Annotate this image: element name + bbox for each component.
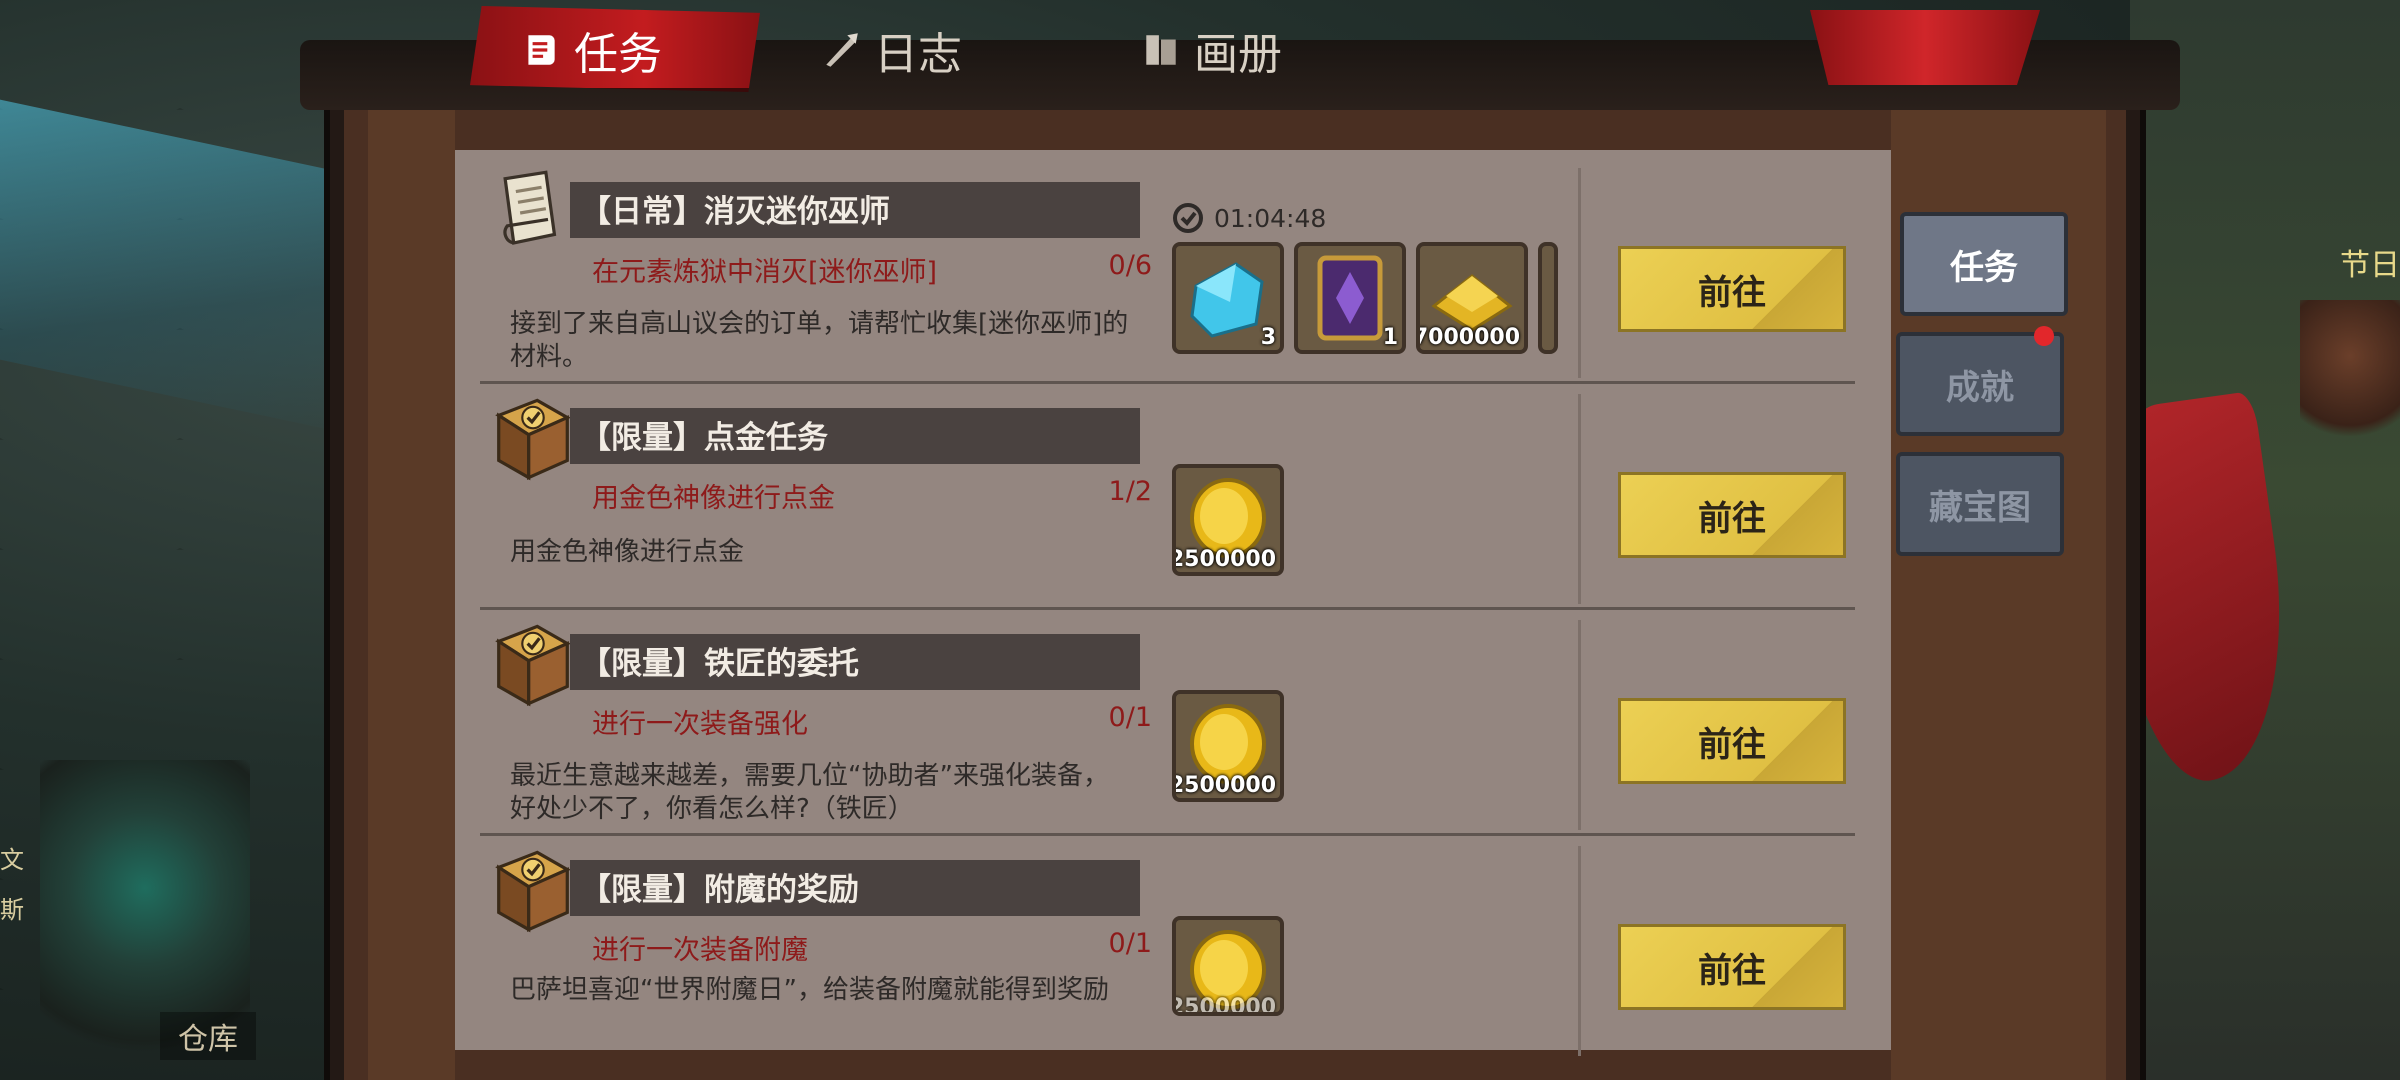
row-divider — [480, 607, 1855, 610]
store-label[interactable]: 仓库 — [160, 1012, 256, 1060]
go-button[interactable]: 前往 — [1618, 472, 1846, 558]
edge-label: 文 — [0, 846, 24, 874]
quest-book-icon — [495, 850, 571, 933]
reward-item[interactable]: 1 — [1294, 242, 1406, 354]
row-divider — [480, 381, 1855, 384]
reward-item[interactable]: 3 — [1172, 242, 1284, 354]
side-tab-quests[interactable]: 任务 — [1900, 212, 2068, 316]
quest-description: 用金色神像进行点金 — [510, 537, 745, 567]
reward-list: 2500000 — [1172, 464, 1284, 576]
quest-progress: 0/1 — [1108, 928, 1152, 959]
quest-row: 【限量】铁匠的委托 进行一次装备强化 0/1 最近生意越来越差，需要几位“协助者… — [480, 612, 1860, 834]
quest-objective: 用金色神像进行点金 — [592, 483, 835, 514]
scroll-icon — [503, 170, 557, 245]
quest-objective: 进行一次装备附魔 — [592, 935, 808, 966]
tab-label: 画册 — [1194, 29, 1282, 80]
frame-wood-left — [368, 110, 455, 1080]
quest-progress: 0/1 — [1108, 702, 1152, 733]
quest-scroll-icon — [528, 35, 555, 65]
festival-label[interactable]: 节日 — [2340, 240, 2400, 284]
quest-row: 【限量】附魔的奖励 进行一次装备附魔 0/1 巴萨坦喜迎“世界附魔日”，给装备附… — [480, 838, 1860, 1060]
quest-description: 最近生意越来越差，需要几位“协助者”来强化装备，好处少不了，你看怎么样?（铁匠） — [510, 761, 1109, 824]
edge-label: 斯 — [0, 896, 24, 924]
row-divider — [480, 833, 1855, 836]
column-divider — [1578, 168, 1581, 378]
reward-count: 2500000 — [1172, 773, 1276, 798]
quest-title: 【日常】消灭迷你巫师 — [580, 194, 890, 230]
reward-count: 2500000 — [1172, 547, 1276, 572]
album-book-icon — [1146, 35, 1176, 65]
side-tab-label: 成就 — [1946, 367, 2014, 408]
tab-label: 日志 — [874, 29, 962, 80]
tab-label: 任务 — [574, 29, 662, 80]
quest-progress: 1/2 — [1108, 476, 1152, 507]
reward-list: 2500000 — [1172, 916, 1284, 1016]
column-divider — [1578, 394, 1581, 604]
side-tab-label: 藏宝图 — [1929, 487, 2031, 528]
tab-quests[interactable]: 任务 — [520, 10, 662, 90]
reward-item[interactable]: 2500000 — [1172, 690, 1284, 802]
reward-count: 2500000 — [1172, 995, 1276, 1016]
quest-timer: 01:04:48 — [1172, 202, 1326, 234]
quest-row: 【限量】点金任务 用金色神像进行点金 1/2 用金色神像进行点金 2500000… — [480, 386, 1860, 608]
quest-progress: 0/6 — [1108, 250, 1152, 281]
quill-icon — [826, 33, 858, 67]
quest-title: 【限量】点金任务 — [580, 420, 828, 456]
column-divider — [1578, 846, 1581, 1056]
quest-title: 【限量】附魔的奖励 — [580, 872, 859, 908]
side-tab-achievements[interactable]: 成就 — [1896, 332, 2064, 436]
reward-list: 3 1 7000000 — [1172, 242, 1558, 354]
quest-book-icon — [495, 624, 571, 707]
side-tab-label: 任务 — [1950, 247, 2018, 288]
clock-icon — [1173, 203, 1203, 233]
quest-objective: 在元素炼狱中消灭[迷你巫师] — [592, 257, 938, 288]
side-tab-treasure-map[interactable]: 藏宝图 — [1896, 452, 2064, 556]
quest-title: 【限量】铁匠的委托 — [580, 646, 859, 682]
go-button[interactable]: 前往 — [1618, 246, 1846, 332]
go-button[interactable]: 前往 — [1618, 924, 1846, 1010]
reward-item[interactable]: 2500000 — [1172, 916, 1284, 1016]
reward-item[interactable]: 2500000 — [1172, 464, 1284, 576]
reward-count: 3 — [1260, 325, 1276, 350]
reward-item[interactable]: 7000000 — [1416, 242, 1528, 354]
quest-objective: 进行一次装备强化 — [592, 709, 808, 740]
quest-book-icon — [495, 398, 571, 481]
timer-text: 01:04:48 — [1214, 203, 1327, 233]
quest-description: 巴萨坦喜迎“世界附魔日”，给装备附魔就能得到奖励 — [510, 975, 1109, 1005]
notification-dot — [2034, 326, 2054, 346]
quest-row: 【日常】消灭迷你巫师 在元素炼狱中消灭[迷你巫师] 0/6 接到了来自高山议会的… — [480, 160, 1860, 382]
frame-top-ornament — [1810, 10, 2040, 85]
reward-list: 2500000 — [1172, 690, 1284, 802]
tab-journal[interactable]: 日志 — [820, 10, 962, 90]
quest-description: 接到了来自高山议会的订单，请帮忙收集[迷你巫师]的材料。 — [510, 309, 1129, 372]
column-divider — [1578, 620, 1581, 830]
go-button[interactable]: 前往 — [1618, 698, 1846, 784]
tab-album[interactable]: 画册 — [1140, 10, 1282, 90]
reward-item[interactable] — [1538, 242, 1558, 354]
background-character — [2300, 300, 2400, 460]
reward-count: 1 — [1382, 325, 1398, 350]
reward-count: 7000000 — [1416, 325, 1520, 350]
